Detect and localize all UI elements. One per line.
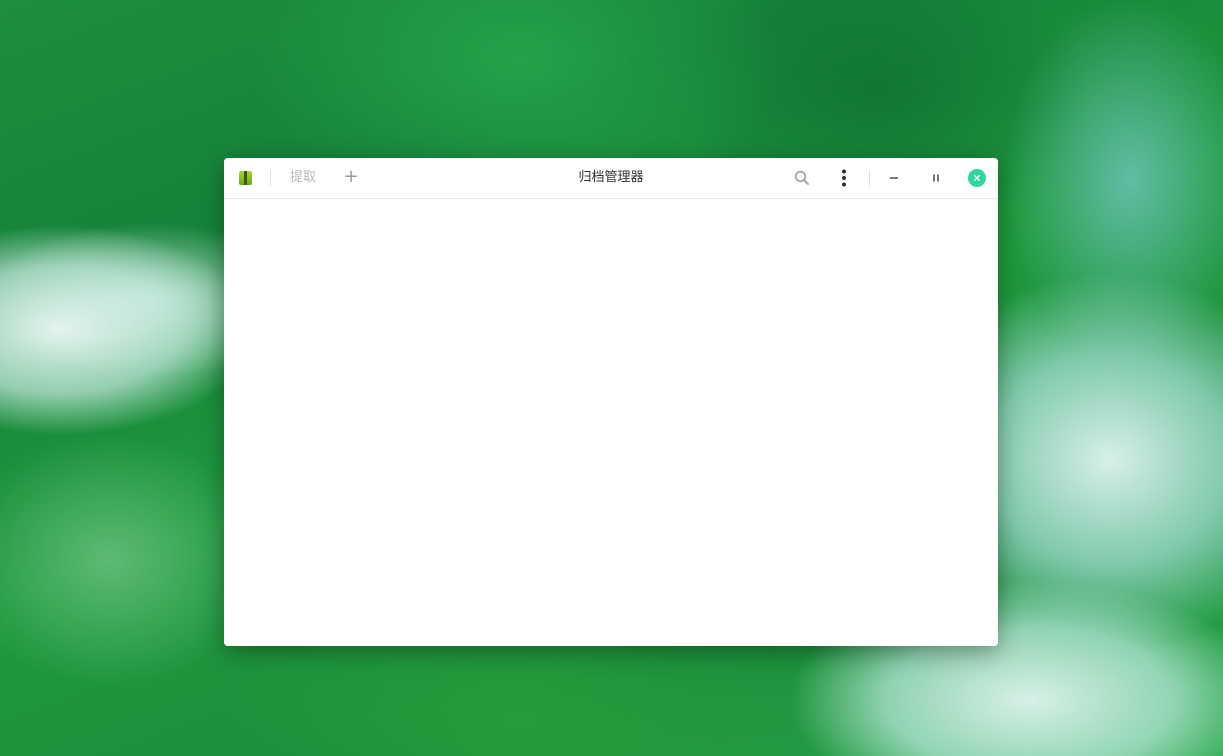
minimize-icon[interactable]	[884, 168, 904, 188]
drop-area[interactable]	[224, 199, 998, 646]
add-button[interactable]: +	[342, 167, 360, 187]
title-bar[interactable]: 提取 + 归档管理器	[224, 158, 998, 199]
close-icon[interactable]	[968, 169, 986, 187]
search-icon[interactable]	[792, 168, 812, 188]
window-title: 归档管理器	[578, 170, 644, 185]
more-vertical-icon[interactable]	[834, 168, 854, 188]
archive-manager-window: 提取 + 归档管理器	[224, 158, 998, 646]
extract-button[interactable]: 提取	[290, 170, 316, 186]
controls-divider	[869, 170, 870, 186]
desktop-wallpaper: 提取 + 归档管理器	[0, 0, 1223, 756]
toolbar-divider	[270, 170, 271, 186]
maximize-icon[interactable]	[926, 168, 946, 188]
archive-manager-icon	[239, 171, 252, 185]
